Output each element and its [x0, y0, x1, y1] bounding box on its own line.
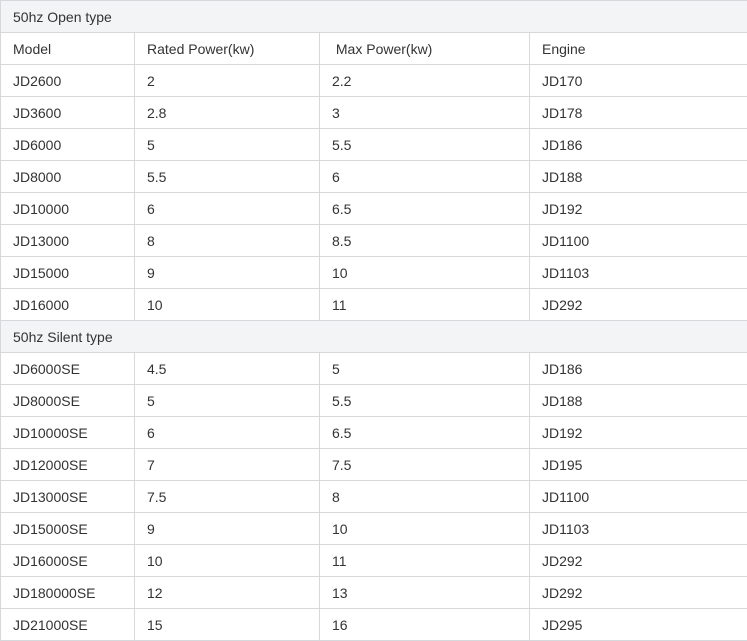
cell-model: JD16000SE [0, 544, 135, 577]
cell-rated-power: 10 [134, 544, 320, 577]
cell-rated-power: 6 [134, 192, 320, 225]
header-max-power: Max Power(kw) [319, 32, 530, 65]
cell-model: JD3600 [0, 96, 135, 129]
cell-engine: JD1103 [528, 256, 747, 289]
cell-engine: JD292 [528, 544, 747, 577]
cell-rated-power: 9 [134, 256, 320, 289]
cell-max-power: 5.5 [319, 384, 530, 417]
cell-max-power: 10 [319, 256, 530, 289]
table-row: JD12000SE 7 7.5 JD195 [0, 448, 747, 481]
table-row: JD6000 5 5.5 JD186 [0, 128, 747, 161]
cell-rated-power: 9 [134, 512, 320, 545]
cell-max-power: 6.5 [319, 192, 530, 225]
cell-model: JD8000SE [0, 384, 135, 417]
cell-max-power: 2.2 [319, 64, 530, 97]
cell-engine: JD186 [528, 352, 747, 385]
cell-max-power: 10 [319, 512, 530, 545]
cell-model: JD21000SE [0, 608, 135, 641]
cell-rated-power: 12 [134, 576, 320, 609]
cell-max-power: 13 [319, 576, 530, 609]
cell-model: JD6000 [0, 128, 135, 161]
cell-rated-power: 2 [134, 64, 320, 97]
cell-engine: JD1100 [528, 224, 747, 257]
table-row: JD13000 8 8.5 JD1100 [0, 224, 747, 257]
table-row: JD6000SE 4.5 5 JD186 [0, 352, 747, 385]
cell-model: JD180000SE [0, 576, 135, 609]
cell-max-power: 11 [319, 288, 530, 321]
cell-rated-power: 6 [134, 416, 320, 449]
cell-max-power: 8.5 [319, 224, 530, 257]
table-row: JD15000SE 9 10 JD1103 [0, 512, 747, 545]
cell-rated-power: 7 [134, 448, 320, 481]
cell-model: JD15000 [0, 256, 135, 289]
table-row: JD13000SE 7.5 8 JD1100 [0, 480, 747, 513]
cell-rated-power: 15 [134, 608, 320, 641]
section-title-row: 50hz Silent type [0, 320, 747, 353]
cell-engine: JD186 [528, 128, 747, 161]
cell-engine: JD292 [528, 576, 747, 609]
cell-rated-power: 2.8 [134, 96, 320, 129]
table-row: JD10000SE 6 6.5 JD192 [0, 416, 747, 449]
table-row: JD10000 6 6.5 JD192 [0, 192, 747, 225]
cell-max-power: 5.5 [319, 128, 530, 161]
open-section-title: 50hz Open type [0, 0, 747, 33]
silent-section-title: 50hz Silent type [0, 320, 747, 353]
cell-engine: JD292 [528, 288, 747, 321]
cell-engine: JD1100 [528, 480, 747, 513]
cell-model: JD15000SE [0, 512, 135, 545]
cell-model: JD13000SE [0, 480, 135, 513]
table-row: JD21000SE 15 16 JD295 [0, 608, 747, 641]
section-title-row: 50hz Open type [0, 0, 747, 33]
cell-engine: JD1103 [528, 512, 747, 545]
cell-rated-power: 10 [134, 288, 320, 321]
cell-model: JD12000SE [0, 448, 135, 481]
cell-engine: JD192 [528, 192, 747, 225]
table-row: JD180000SE 12 13 JD292 [0, 576, 747, 609]
generator-spec-table: 50hz Open type Model Rated Power(kw) Max… [0, 0, 747, 641]
cell-rated-power: 5 [134, 128, 320, 161]
table-row: JD16000 10 11 JD292 [0, 288, 747, 321]
cell-rated-power: 5.5 [134, 160, 320, 193]
cell-max-power: 11 [319, 544, 530, 577]
table-row: JD2600 2 2.2 JD170 [0, 64, 747, 97]
table-row: JD8000SE 5 5.5 JD188 [0, 384, 747, 417]
cell-model: JD16000 [0, 288, 135, 321]
cell-model: JD10000SE [0, 416, 135, 449]
cell-max-power: 3 [319, 96, 530, 129]
header-engine: Engine [528, 32, 747, 65]
cell-max-power: 16 [319, 608, 530, 641]
cell-engine: JD178 [528, 96, 747, 129]
table-row: JD16000SE 10 11 JD292 [0, 544, 747, 577]
cell-model: JD2600 [0, 64, 135, 97]
spec-table-body: 50hz Open type Model Rated Power(kw) Max… [0, 0, 747, 641]
header-model: Model [0, 32, 135, 65]
cell-max-power: 8 [319, 480, 530, 513]
cell-rated-power: 8 [134, 224, 320, 257]
cell-model: JD8000 [0, 160, 135, 193]
cell-engine: JD192 [528, 416, 747, 449]
cell-max-power: 5 [319, 352, 530, 385]
cell-model: JD10000 [0, 192, 135, 225]
cell-engine: JD295 [528, 608, 747, 641]
table-row: JD8000 5.5 6 JD188 [0, 160, 747, 193]
cell-engine: JD188 [528, 384, 747, 417]
header-rated-power: Rated Power(kw) [134, 32, 320, 65]
cell-model: JD6000SE [0, 352, 135, 385]
cell-rated-power: 4.5 [134, 352, 320, 385]
cell-max-power: 7.5 [319, 448, 530, 481]
cell-rated-power: 7.5 [134, 480, 320, 513]
cell-engine: JD170 [528, 64, 747, 97]
cell-model: JD13000 [0, 224, 135, 257]
table-row: JD3600 2.8 3 JD178 [0, 96, 747, 129]
cell-max-power: 6.5 [319, 416, 530, 449]
cell-rated-power: 5 [134, 384, 320, 417]
cell-max-power: 6 [319, 160, 530, 193]
cell-engine: JD188 [528, 160, 747, 193]
cell-engine: JD195 [528, 448, 747, 481]
header-row: Model Rated Power(kw) Max Power(kw) Engi… [0, 32, 747, 65]
table-row: JD15000 9 10 JD1103 [0, 256, 747, 289]
